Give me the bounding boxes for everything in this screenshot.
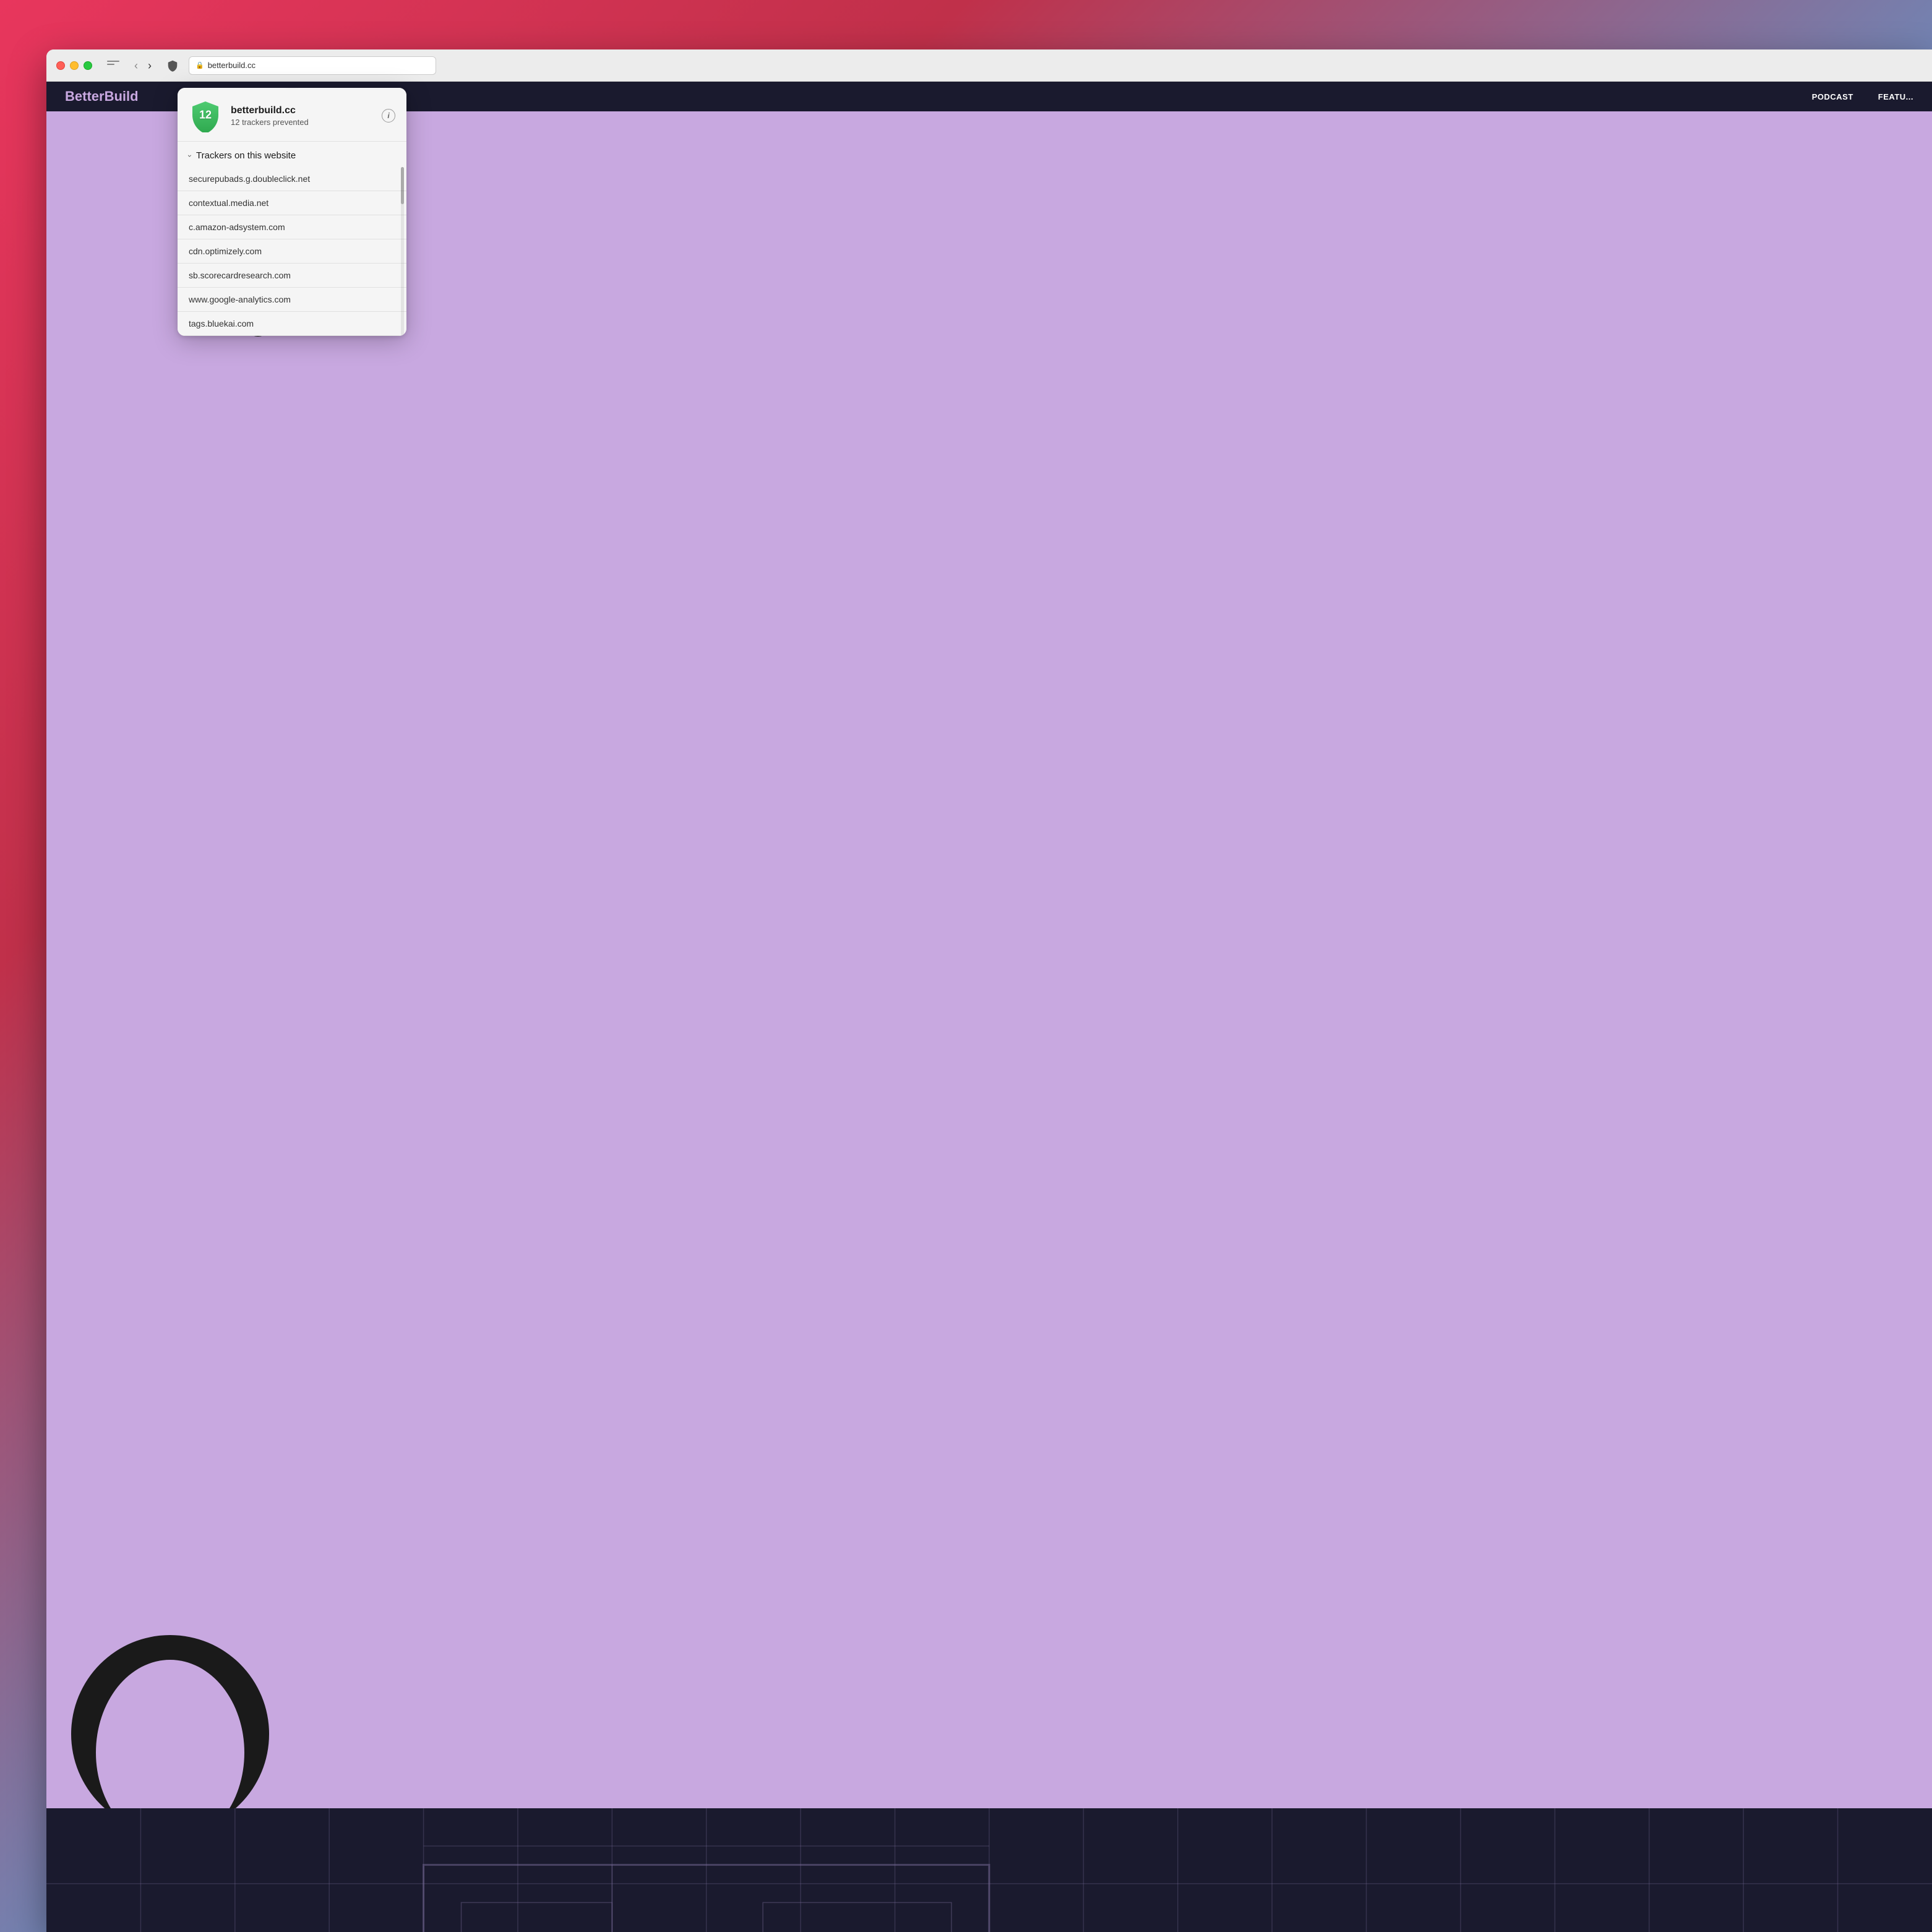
tracker-item: cdn.optimizely.com bbox=[178, 239, 406, 264]
chevron-down-icon: › bbox=[186, 155, 194, 157]
site-nav-links: PODCAST FEATU... bbox=[1812, 92, 1913, 101]
tracker-domain: c.amazon-adsystem.com bbox=[189, 222, 285, 232]
close-button[interactable] bbox=[56, 61, 65, 70]
tracker-item: tags.bluekai.com bbox=[178, 312, 406, 336]
popup-subtitle: 12 trackers prevented bbox=[231, 118, 373, 127]
nav-link-podcast[interactable]: PODCAST bbox=[1812, 92, 1853, 101]
tracker-item: c.amazon-adsystem.com bbox=[178, 215, 406, 239]
popup-header-text: betterbuild.cc 12 trackers prevented bbox=[231, 105, 373, 127]
tracker-domain: contextual.media.net bbox=[189, 198, 268, 208]
tracker-domain: sb.scorecardresearch.com bbox=[189, 270, 291, 280]
back-button[interactable]: ‹ bbox=[132, 59, 140, 72]
popup-domain: betterbuild.cc bbox=[231, 105, 373, 116]
tracker-item: sb.scorecardresearch.com bbox=[178, 264, 406, 288]
site-brand: BetterBuild bbox=[65, 88, 139, 105]
tracker-item: contextual.media.net bbox=[178, 191, 406, 215]
traffic-lights bbox=[56, 61, 92, 70]
sidebar-toggle-icon bbox=[107, 64, 114, 65]
url-text: betterbuild.cc bbox=[208, 61, 255, 70]
forward-button[interactable]: › bbox=[145, 59, 154, 72]
tracker-count-badge: 12 bbox=[199, 108, 212, 121]
tracker-item: www.google-analytics.com bbox=[178, 288, 406, 312]
website-content: BetterBuild PODCAST FEATU... VISIO IN AR bbox=[46, 82, 1932, 1932]
scroll-track bbox=[401, 167, 404, 336]
brand-highlight: ild bbox=[122, 88, 139, 104]
tracker-item: securepubads.g.doubleclick.net bbox=[178, 167, 406, 191]
info-button[interactable]: i bbox=[382, 109, 395, 122]
blueprint-grid-icon: 4M² 3 bbox=[46, 1808, 1932, 1932]
sidebar-toggle-button[interactable] bbox=[107, 61, 119, 71]
hero-section: VISIO IN AR Play Ep bbox=[46, 111, 1932, 1808]
tracker-domain: tags.bluekai.com bbox=[189, 319, 254, 328]
maximize-button[interactable] bbox=[84, 61, 92, 70]
tracker-domain: securepubads.g.doubleclick.net bbox=[189, 174, 310, 184]
shield-icon bbox=[166, 59, 179, 72]
tracker-popup: 12 betterbuild.cc 12 trackers prevented … bbox=[178, 88, 406, 336]
trackers-list: securepubads.g.doubleclick.net contextua… bbox=[178, 167, 406, 336]
shield-button[interactable] bbox=[164, 57, 181, 74]
tracker-domain: www.google-analytics.com bbox=[189, 294, 291, 304]
title-bar: ‹ › 🔒 betterbuild.cc bbox=[46, 49, 1932, 82]
brand-text: BetterBu bbox=[65, 88, 122, 104]
lock-icon: 🔒 bbox=[195, 61, 204, 69]
trackers-section-header[interactable]: › Trackers on this website bbox=[178, 142, 406, 167]
browser-window: ‹ › 🔒 betterbuild.cc BetterBuild PODCAST… bbox=[46, 49, 1932, 1932]
minimize-button[interactable] bbox=[70, 61, 79, 70]
nav-buttons: ‹ › bbox=[132, 59, 154, 72]
shield-badge: 12 bbox=[189, 99, 222, 132]
blueprint-section: 4M² 3 bbox=[46, 1808, 1932, 1932]
popup-header: 12 betterbuild.cc 12 trackers prevented … bbox=[178, 88, 406, 142]
address-bar[interactable]: 🔒 betterbuild.cc bbox=[189, 56, 436, 75]
tracker-domain: cdn.optimizely.com bbox=[189, 246, 262, 256]
sidebar-toggle-icon bbox=[107, 61, 119, 62]
arch-decoration bbox=[71, 1635, 269, 1833]
trackers-section-title: Trackers on this website bbox=[196, 150, 296, 161]
scroll-thumb[interactable] bbox=[401, 167, 404, 204]
popup-body: › Trackers on this website securepubads.… bbox=[178, 142, 406, 336]
nav-link-features[interactable]: FEATU... bbox=[1878, 92, 1913, 101]
